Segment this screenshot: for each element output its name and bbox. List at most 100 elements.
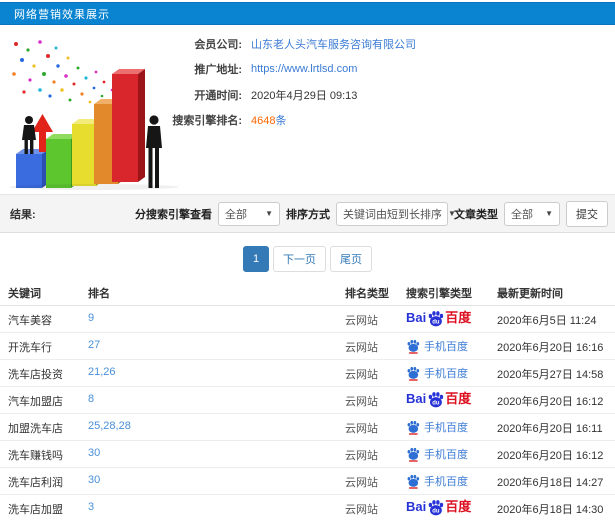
table-body: 汽车美容 9 云网站 Bai du 百度 2020年6月5日 11:24 开洗车… <box>0 306 615 520</box>
engine-cell: Bai du 百度 <box>406 471 468 492</box>
rank-type-cell: 云网站 <box>345 315 378 327</box>
baidu-logo: Bai du 百度 <box>406 498 471 516</box>
last-page-button[interactable]: 尾页 <box>330 246 372 272</box>
company-label: 会员公司: <box>194 38 242 51</box>
filter-bar: 结果: 分搜索引擎查看 全部 ▼ 排序方式 关键词由短到长排序 ▼ 文章类型 全… <box>0 194 615 233</box>
table-row: 洗车店加盟 3 云网站 Bai du 百度 2020年6月18日 14:30 <box>0 495 615 520</box>
updated-cell: 2020年6月5日 11:24 <box>497 315 597 327</box>
type-filter-value: 全部 <box>511 208 533 221</box>
type-filter-label: 文章类型 <box>454 208 498 221</box>
submit-button[interactable]: 提交 <box>566 200 608 227</box>
mobile-baidu-label: 手机百度 <box>424 476 468 488</box>
keyword-cell: 开洗车行 <box>8 342 52 354</box>
sort-filter-label: 排序方式 <box>286 208 330 221</box>
next-page-button[interactable]: 下一页 <box>273 246 326 272</box>
engine-filter-value: 全部 <box>225 208 247 221</box>
rank-type-cell: 云网站 <box>345 369 378 381</box>
filter-controls: 分搜索引擎查看 全部 ▼ 排序方式 关键词由短到长排序 ▼ 文章类型 全部 ▼ … <box>135 195 608 232</box>
rank-type-cell: 云网站 <box>345 423 378 435</box>
keyword-cell: 洗车店利润 <box>8 477 63 489</box>
engine-filter-select[interactable]: 全部 ▼ <box>218 201 280 226</box>
info-row-open-time: 开通时间: 2020年4月29日 09:13 <box>0 82 615 108</box>
promo-url-label: 推广地址: <box>194 64 242 77</box>
baidu-logo: Bai du 百度 <box>406 309 471 327</box>
baidu-paw-icon: du <box>428 310 444 326</box>
chevron-down-icon: ▼ <box>265 209 273 218</box>
svg-text:du: du <box>433 508 441 514</box>
results-table: 关键词 排名 排名类型 搜索引擎类型 最新更新时间 汽车美容 9 云网站 Bai <box>0 280 615 520</box>
page: 网络营销效果展示 会员公司: 山东老人头汽车服务咨询有限公司 推广地址: htt… <box>0 0 615 520</box>
mobile-baidu-logo: 手机百度 <box>406 446 468 462</box>
svg-text:du: du <box>433 400 441 406</box>
baidu-paw-icon: du <box>428 391 444 407</box>
rank-type-cell: 云网站 <box>345 504 378 516</box>
engine-cell: Bai du 百度 <box>406 336 468 357</box>
rank-link[interactable]: 25,28,28 <box>88 420 131 432</box>
baidu-text-bai: Bai <box>406 391 427 406</box>
mobile-baidu-paw-icon <box>407 366 420 381</box>
header-updated: 最新更新时间 <box>497 288 563 300</box>
rank-link[interactable]: 30 <box>88 474 100 486</box>
result-label: 结果: <box>10 208 36 221</box>
info-row-company: 会员公司: 山东老人头汽车服务咨询有限公司 <box>0 31 615 57</box>
header-rank-type: 排名类型 <box>345 288 389 300</box>
rank-link[interactable]: 30 <box>88 447 100 459</box>
type-filter-select[interactable]: 全部 ▼ <box>504 201 560 226</box>
rank-link[interactable]: 3 <box>88 501 94 513</box>
keyword-cell: 洗车店加盟 <box>8 504 63 516</box>
open-time-value: 2020年4月29日 09:13 <box>251 89 358 102</box>
engine-filter-label: 分搜索引擎查看 <box>135 208 212 221</box>
updated-cell: 2020年5月27日 14:58 <box>497 369 604 381</box>
engine-cell: Bai du 百度 <box>406 363 468 384</box>
open-time-label: 开通时间: <box>194 89 242 102</box>
info-row-rank-count: 搜索引擎排名: 4648条 <box>0 108 615 134</box>
keyword-cell: 汽车加盟店 <box>8 396 63 408</box>
page-title: 网络营销效果展示 <box>14 8 110 21</box>
rank-link[interactable]: 9 <box>88 312 94 324</box>
mobile-baidu-logo: 手机百度 <box>406 338 468 354</box>
updated-cell: 2020年6月20日 16:16 <box>497 342 604 354</box>
keyword-cell: 洗车店投资 <box>8 369 63 381</box>
member-info: 会员公司: 山东老人头汽车服务咨询有限公司 推广地址: https://www.… <box>0 31 615 133</box>
rank-count-label: 搜索引擎排名: <box>172 115 242 128</box>
table-row: 洗车赚钱吗 30 云网站 Bai du 百度 <box>0 441 615 468</box>
top-title-bar: 网络营销效果展示 <box>0 2 615 25</box>
mobile-baidu-paw-icon <box>407 339 420 354</box>
mobile-baidu-logo: 手机百度 <box>406 419 468 435</box>
rank-link[interactable]: 27 <box>88 339 100 351</box>
rank-count-number: 4648 <box>251 115 276 128</box>
mobile-baidu-label: 手机百度 <box>424 422 468 434</box>
mobile-baidu-label: 手机百度 <box>424 449 468 461</box>
updated-cell: 2020年6月18日 14:30 <box>497 504 604 516</box>
engine-cell: Bai du 百度 <box>406 444 468 465</box>
baidu-text-bai: Bai <box>406 310 427 325</box>
rank-count-unit: 条 <box>275 115 287 128</box>
page-button-current[interactable]: 1 <box>243 246 269 272</box>
table-row: 汽车美容 9 云网站 Bai du 百度 2020年6月5日 11:24 <box>0 306 615 333</box>
baidu-text-bai: Bai <box>406 499 427 514</box>
engine-cell: Bai du 百度 <box>406 309 471 327</box>
header-rank: 排名 <box>88 288 110 300</box>
table-header-row: 关键词 排名 排名类型 搜索引擎类型 最新更新时间 <box>0 280 615 306</box>
updated-cell: 2020年6月20日 16:12 <box>497 396 604 408</box>
updated-cell: 2020年6月20日 16:12 <box>497 450 604 462</box>
baidu-logo: Bai du 百度 <box>406 390 471 408</box>
chevron-down-icon: ▼ <box>545 209 553 218</box>
rank-type-cell: 云网站 <box>345 342 378 354</box>
rank-link[interactable]: 21,26 <box>88 366 116 378</box>
table-row: 洗车店投资 21,26 云网站 Bai du 百度 <box>0 360 615 387</box>
header-keyword: 关键词 <box>8 288 41 300</box>
mobile-baidu-label: 手机百度 <box>424 368 468 380</box>
updated-cell: 2020年6月20日 16:11 <box>497 423 603 435</box>
promo-url-link[interactable]: https://www.lrtlsd.com <box>251 63 357 75</box>
mobile-baidu-paw-icon <box>407 447 420 462</box>
info-row-url: 推广地址: https://www.lrtlsd.com <box>0 57 615 83</box>
baidu-text-hanzi: 百度 <box>445 310 472 325</box>
keyword-cell: 洗车赚钱吗 <box>8 450 63 462</box>
company-link[interactable]: 山东老人头汽车服务咨询有限公司 <box>251 36 416 52</box>
rank-link[interactable]: 8 <box>88 393 94 405</box>
engine-cell: Bai du 百度 <box>406 417 468 438</box>
engine-cell: Bai du 百度 <box>406 390 471 408</box>
sort-filter-select[interactable]: 关键词由短到长排序 ▼ <box>336 201 456 226</box>
baidu-text-hanzi: 百度 <box>445 391 472 406</box>
